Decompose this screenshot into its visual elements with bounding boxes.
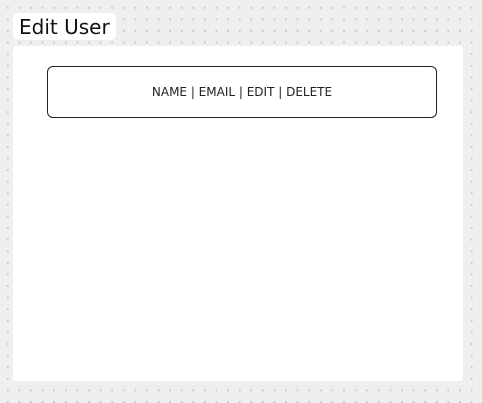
user-table-header: NAME | EMAIL | EDIT | DELETE [47,66,437,118]
page-title: Edit User [13,13,116,40]
content-panel: NAME | EMAIL | EDIT | DELETE [13,46,463,381]
